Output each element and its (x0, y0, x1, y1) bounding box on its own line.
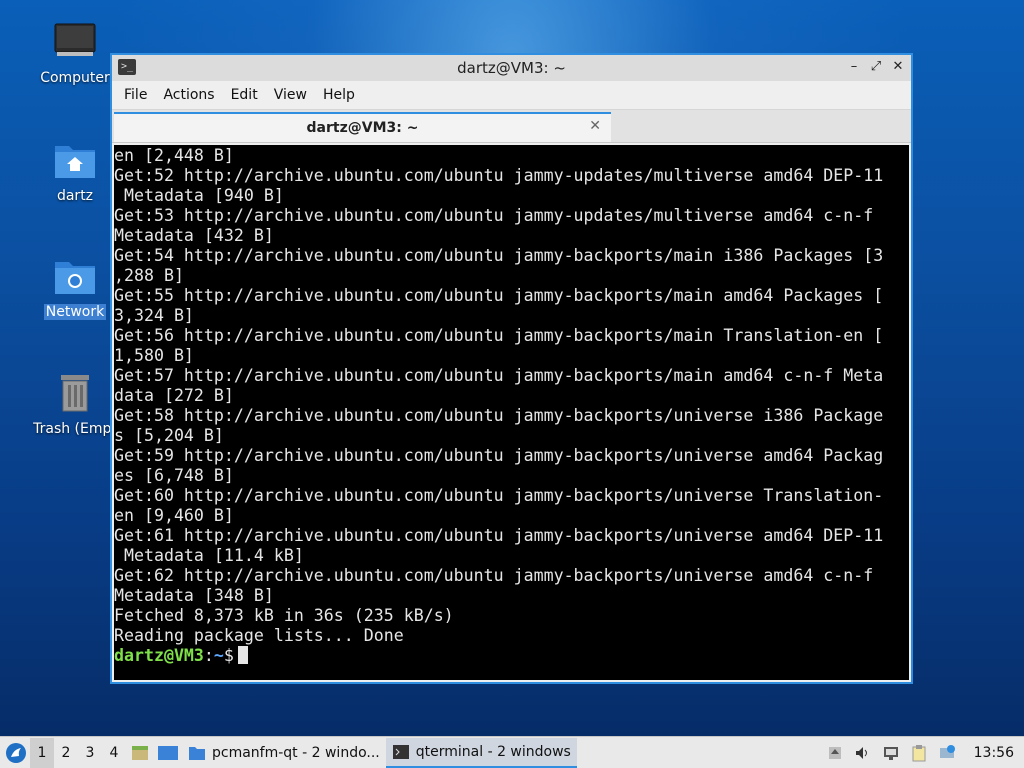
network-folder-icon (27, 256, 123, 300)
tab-close-icon[interactable]: ✕ (589, 118, 601, 134)
lubuntu-logo-icon (6, 742, 26, 763)
prompt-path: ~ (213, 646, 224, 665)
taskbar: 1 2 3 4 pcmanfm-qt - 2 windo... qtermina… (0, 736, 1024, 768)
quicklaunch-files[interactable] (126, 739, 154, 767)
terminal-line: Get:55 http://archive.ubuntu.com/ubuntu … (114, 286, 884, 305)
desktop-icon-label: Computer (40, 70, 110, 86)
desktop-icon-label: Network (43, 304, 107, 320)
workspace-4[interactable]: 4 (102, 738, 126, 768)
update-notifier-icon[interactable] (936, 742, 958, 764)
clock[interactable]: 13:56 (964, 745, 1020, 761)
terminal-prompt: dartz@VM3:~$ (114, 646, 909, 666)
close-button[interactable]: ✕ (889, 58, 907, 76)
terminal-line: Get:58 http://archive.ubuntu.com/ubuntu … (114, 406, 884, 425)
terminal-icon (392, 744, 409, 759)
terminal-line: Get:53 http://archive.ubuntu.com/ubuntu … (114, 206, 874, 225)
terminal-output[interactable]: en [2,448 B] Get:52 http://archive.ubunt… (114, 145, 909, 680)
terminal-window: >_ dartz@VM3: ~ – ⤢ ✕ File Actions Edit … (110, 53, 913, 684)
prompt-symbol: $ (223, 646, 234, 665)
volume-icon[interactable] (852, 742, 874, 764)
desktop-icon-computer[interactable]: Computer (27, 22, 123, 86)
desktop-icon-network[interactable]: Network (27, 256, 123, 320)
desktop: { "desktop": { "icons": [ {"label": "Com… (0, 0, 1024, 768)
terminal-line: es [6,748 B] (114, 466, 234, 485)
terminal-app-icon[interactable]: >_ (118, 59, 136, 75)
menu-actions[interactable]: Actions (155, 87, 222, 103)
clipboard-icon[interactable] (908, 742, 930, 764)
prompt-separator: : (203, 646, 214, 665)
text-cursor (237, 646, 248, 664)
desktop-icon-label: dartz (56, 188, 94, 204)
system-tray: 13:56 (824, 742, 1024, 764)
folder-icon (189, 746, 205, 760)
network-icon[interactable] (880, 742, 902, 764)
terminal-line: 3,324 B] (114, 306, 194, 325)
terminal-line: s [5,204 B] (114, 426, 224, 445)
desktop-icon-label: Trash (Empt (33, 421, 117, 437)
terminal-line: Metadata [348 B] (114, 586, 274, 605)
prompt-user-host: dartz@VM3 (114, 646, 204, 665)
task-qterminal[interactable]: qterminal - 2 windows (385, 737, 577, 768)
workspace-2[interactable]: 2 (54, 738, 78, 768)
home-folder-icon (27, 140, 123, 184)
menu-bar: File Actions Edit View Help (112, 81, 911, 110)
terminal-line: Metadata [940 B] (114, 186, 284, 205)
menu-edit[interactable]: Edit (223, 87, 266, 103)
terminal-line: Fetched 8,373 kB in 36s (235 kB/s) (114, 606, 454, 625)
terminal-tab[interactable]: dartz@VM3: ~ ✕ (114, 112, 611, 142)
terminal-line: Get:54 http://archive.ubuntu.com/ubuntu … (114, 246, 884, 265)
tab-bar: dartz@VM3: ~ ✕ (112, 110, 911, 143)
terminal-line: Reading package lists... Done (114, 626, 404, 645)
menu-view[interactable]: View (266, 87, 315, 103)
terminal-line: Get:62 http://archive.ubuntu.com/ubuntu … (114, 566, 874, 585)
workspace-1[interactable]: 1 (30, 737, 54, 768)
terminal-line: en [9,460 B] (114, 506, 234, 525)
terminal-line: 1,580 B] (114, 346, 194, 365)
show-desktop-icon (158, 745, 178, 760)
terminal-line: Get:52 http://archive.ubuntu.com/ubuntu … (114, 166, 884, 185)
terminal-line: Get:60 http://archive.ubuntu.com/ubuntu … (114, 486, 884, 505)
eject-icon[interactable] (824, 742, 846, 764)
terminal-line: Get:57 http://archive.ubuntu.com/ubuntu … (114, 366, 884, 385)
terminal-line: Metadata [11.4 kB] (114, 546, 304, 565)
task-label: qterminal - 2 windows (415, 743, 571, 760)
computer-icon (27, 22, 123, 66)
terminal-line: Metadata [432 B] (114, 226, 274, 245)
terminal-line: Get:61 http://archive.ubuntu.com/ubuntu … (114, 526, 884, 545)
tab-label: dartz@VM3: ~ (306, 120, 419, 136)
desktop-icon-home[interactable]: dartz (27, 140, 123, 204)
window-titlebar[interactable]: >_ dartz@VM3: ~ – ⤢ ✕ (112, 55, 911, 81)
terminal-line: Get:59 http://archive.ubuntu.com/ubuntu … (114, 446, 884, 465)
trash-icon (27, 373, 123, 417)
workspace-3[interactable]: 3 (78, 738, 102, 768)
file-manager-icon (132, 745, 148, 760)
task-pcmanfm[interactable]: pcmanfm-qt - 2 windo... (182, 738, 386, 768)
start-menu-button[interactable] (2, 739, 30, 767)
window-title: dartz@VM3: ~ (457, 59, 566, 77)
menu-file[interactable]: File (116, 87, 155, 103)
minimize-button[interactable]: – (845, 58, 863, 76)
desktop-icon-trash[interactable]: Trash (Empt (27, 373, 123, 437)
terminal-line: Get:56 http://archive.ubuntu.com/ubuntu … (114, 326, 884, 345)
terminal-line: en [2,448 B] (114, 146, 234, 165)
task-label: pcmanfm-qt - 2 windo... (212, 744, 380, 761)
terminal-line: ,288 B] (114, 266, 184, 285)
maximize-button[interactable]: ⤢ (867, 58, 885, 76)
menu-help[interactable]: Help (315, 87, 363, 103)
quicklaunch-desktop[interactable] (154, 739, 182, 767)
terminal-line: data [272 B] (114, 386, 234, 405)
